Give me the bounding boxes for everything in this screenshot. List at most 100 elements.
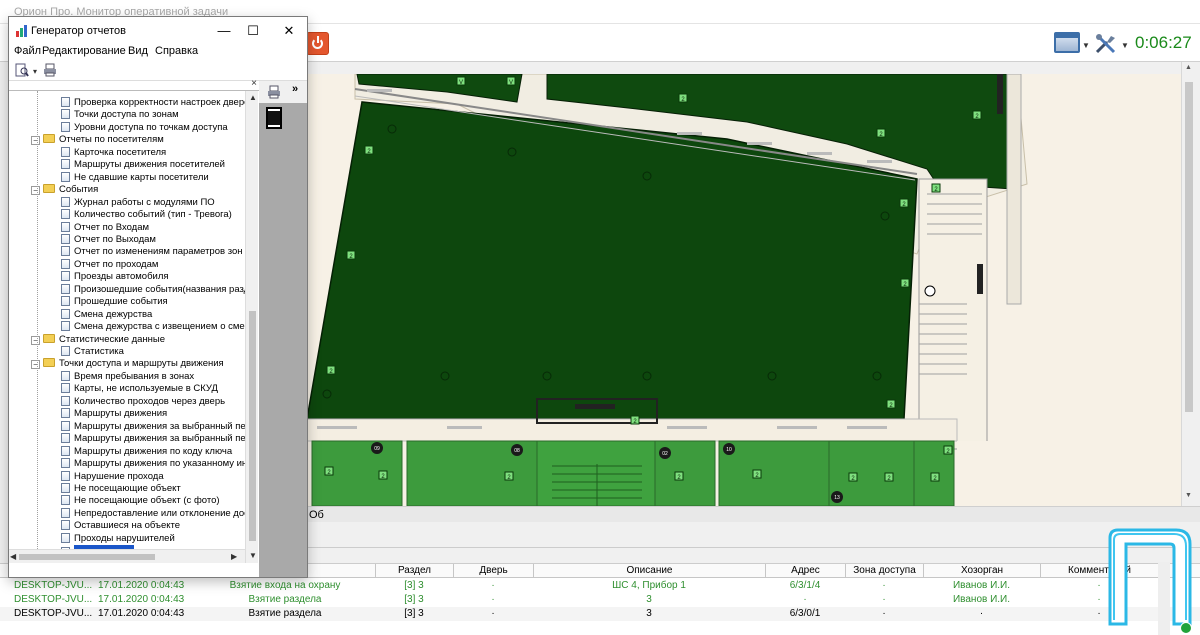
page-thumbnail[interactable] [266,107,282,129]
map-vertical-scrollbar[interactable]: ▲ ▼ [1181,62,1195,506]
tree-horizontal-scrollbar[interactable]: ◀ ▶ [9,549,245,563]
tree-item[interactable]: Отчет по проходам [61,258,158,271]
tree-vertical-scrollbar[interactable]: ▲ ▼ [245,91,258,563]
chevron-down-icon[interactable]: ▼ [1121,41,1129,50]
print-icon[interactable] [267,85,281,99]
tree-item[interactable]: Время пребывания в зонах [61,370,194,383]
tree-folder[interactable]: − Отчеты по посетителям [31,134,164,146]
zone-number-label: 13 [834,495,840,501]
window-layout-icon[interactable] [1054,32,1080,53]
tools-icon[interactable] [1094,32,1118,56]
scroll-down-icon[interactable]: ▼ [249,551,257,560]
preview-icon[interactable] [15,63,29,77]
col-header-section[interactable]: Раздел [375,564,453,578]
event-cell-description: 3 [646,594,652,605]
report-tree[interactable]: Проверка корректности настроек дверей Точ… [9,91,245,563]
event-cell-zone: · [882,608,886,619]
tree-item[interactable]: Журнал работы с модулями ПО [61,196,215,209]
scrollbar-thumb[interactable] [1185,82,1193,412]
tree-item[interactable]: Отчет по изменениям параметров зон пер [61,246,245,258]
tree-label: События [59,184,99,196]
col-header-owner[interactable]: Хозорган [923,564,1040,578]
scroll-up-icon[interactable]: ▲ [1185,64,1192,71]
tree-folder[interactable]: − Статистические данные [31,333,165,346]
collapse-icon[interactable]: − [31,360,40,370]
tree-label: Маршруты движения по указанному интер [74,458,245,470]
tree-item[interactable]: Карты, не используемые в СКУД [61,383,218,395]
tree-item[interactable]: Карточка посетителя [61,146,166,159]
collapse-icon[interactable]: − [31,186,40,196]
col-header-description[interactable]: Описание [533,564,765,578]
tree-item[interactable]: Маршруты движения посетителей [61,159,225,171]
col-header-door[interactable]: Дверь [453,564,533,578]
tree-item[interactable]: Прошедшие события [61,296,168,308]
floor-plan[interactable]: V V2222222222222 2 2 2 2 2 2209 08 021013 [307,74,1181,506]
tree-item[interactable]: Отчет по Выходам [61,233,156,246]
tree-item[interactable]: Статистика [61,346,124,358]
event-row[interactable]: DESKTOP-JVU... 17.01.2020 0:04:43 Взятие р… [0,593,1200,607]
tree-item[interactable]: Смена дежурства [61,308,152,321]
expand-icon[interactable]: » [292,83,298,95]
close-icon[interactable]: × [251,78,257,89]
col-header-zone[interactable]: Зона доступа [845,564,923,578]
tree-item[interactable]: Проверка корректности настроек дверей [61,97,245,109]
tree-item[interactable]: Не посещающие объект (с фото) [61,495,220,507]
event-row[interactable]: DESKTOP-JVU... 17.01.2020 0:04:43 Взятие в… [0,579,1200,593]
event-cell-owner: Иванов И.И. [952,580,1011,591]
print-icon[interactable] [43,63,57,77]
tree-item[interactable]: Уровни доступа по точкам доступа [61,121,228,134]
menu-file[interactable]: Файл [14,45,41,57]
menu-help[interactable]: Справка [155,45,198,57]
power-button[interactable] [306,32,329,55]
report-window-titlebar[interactable]: Генератор отчетов — ☐ ✕ [9,17,307,45]
menu-edit[interactable]: Редактирование [42,45,126,57]
tree-item[interactable]: Непредоставление или отклонение доступ [61,507,245,520]
stair-marker-icon[interactable] [924,285,936,297]
chevron-down-icon[interactable]: ▾ [33,67,37,76]
tree-item[interactable]: Отчет по Входам [61,221,149,234]
event-row[interactable]: DESKTOP-JVU... 17.01.2020 0:04:43 Взятие р… [0,607,1200,621]
tree-item[interactable]: Нарушение прохода [61,470,164,483]
zone-bottom-5 [718,440,830,506]
scroll-right-icon[interactable]: ▶ [231,552,237,561]
scroll-down-icon[interactable]: ▼ [1185,492,1192,499]
folder-icon [43,333,55,343]
scroll-up-icon[interactable]: ▲ [249,93,257,102]
tree-item[interactable]: Произошедшие события(названия раздел [61,283,245,296]
chevron-down-icon[interactable]: ▼ [1082,41,1090,50]
scrollbar-thumb[interactable] [19,554,155,560]
scrollbar-thumb[interactable] [249,311,256,541]
menu-view[interactable]: Вид [128,45,148,57]
tree-label: Прошедшие события [74,296,168,308]
maximize-button[interactable]: ☐ [238,21,268,41]
scroll-left-icon[interactable]: ◀ [10,552,16,561]
tree-item[interactable]: Смена дежурства с извещением о смене [61,321,245,333]
tree-folder[interactable]: − События [31,184,98,196]
tree-item[interactable]: Точки доступа по зонам [61,109,179,121]
collapse-icon[interactable]: − [31,335,40,345]
tree-label: Не посещающие объект (с фото) [74,495,220,507]
collapse-icon[interactable]: − [31,136,40,146]
event-cell-description: 3 [646,608,652,619]
tree-item[interactable]: Маршруты движения за выбранный перис [61,420,245,433]
report-icon [61,109,70,120]
report-icon [61,321,70,332]
tree-item[interactable]: Маршруты движения [61,408,167,420]
tree-item[interactable]: Количество событий (тип - Тревога) [61,209,232,221]
tree-label: Непредоставление или отклонение доступ [74,507,245,519]
col-header-address[interactable]: Адрес [765,564,845,578]
tree-item[interactable]: Маршруты движения за выбранный перис [61,433,245,445]
close-button[interactable]: ✕ [274,21,304,41]
tree-item[interactable]: Не сдавшие карты посетители [61,171,209,184]
floor-plan-map[interactable]: V V 2 2 2 2 2 2 2 2 2 2 2 2 2 2 2 2 2 2 2 2 09 08 02 10 13 [307,74,1181,506]
tree-folder[interactable]: − Точки доступа и маршруты движения [31,358,224,370]
report-icon [61,146,70,157]
tree-item[interactable]: Оставшиеся на объекте [61,520,180,532]
tree-item[interactable]: Маршруты движения по указанному интер [61,458,245,470]
tree-item[interactable]: Проезды автомобиля [61,271,169,283]
tree-item[interactable]: Проходы нарушителей [61,532,175,545]
tree-item[interactable]: Количество проходов через дверь [61,395,225,408]
minimize-button[interactable]: — [209,21,239,41]
tree-item[interactable]: Маршруты движения по коду ключа [61,445,232,458]
tree-item[interactable]: Не посещающие объект [61,482,181,495]
